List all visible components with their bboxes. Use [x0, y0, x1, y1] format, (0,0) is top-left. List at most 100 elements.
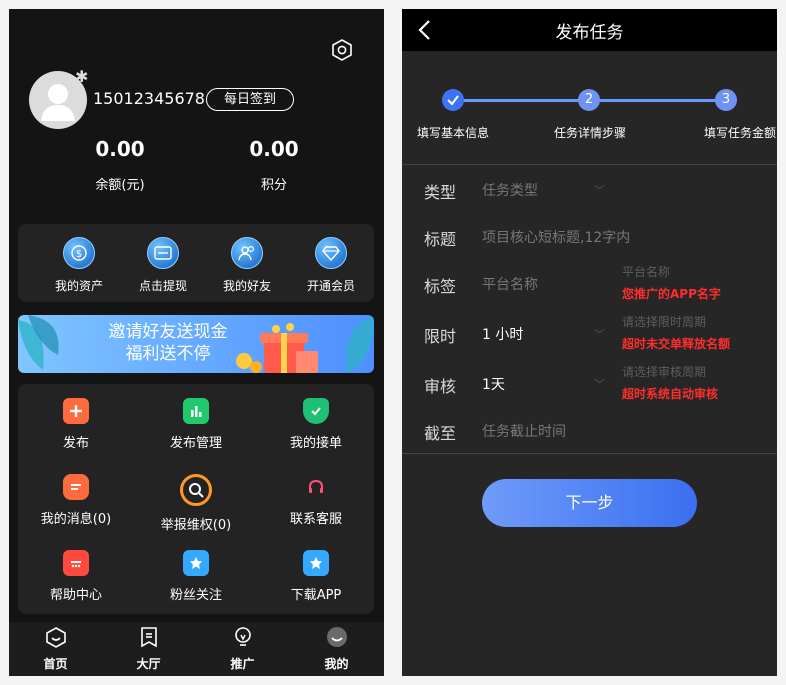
next-step-button[interactable]: 下一步 [482, 479, 697, 527]
menu-item[interactable]: 下载APP [261, 550, 371, 603]
step-1-label: 填写基本信息 [416, 126, 489, 140]
type-label: 类型 [424, 183, 457, 202]
menu-item[interactable]: 我的消息(0) [21, 474, 131, 527]
review-hint: 请选择审核周期 [622, 365, 707, 379]
tab-label: 首页 [43, 657, 68, 671]
friends-icon [231, 237, 263, 269]
gift-box-icon [236, 323, 318, 373]
tab-home[interactable]: 首页 [9, 626, 102, 672]
tab-label: 我的 [324, 657, 349, 671]
profile-screen: ✱ 15012345678 每日签到 0.00 余额(元) 0.00 积分 $ … [9, 9, 384, 676]
quick-action-label: 我的资产 [54, 279, 103, 293]
points-value: 0.00 [249, 137, 299, 161]
review-label: 审核 [424, 377, 457, 396]
menu-item-label: 帮助中心 [49, 588, 102, 603]
menu-item-label: 发布 [62, 436, 89, 451]
search-report-icon [180, 474, 212, 506]
settings-icon[interactable] [331, 39, 353, 61]
headset-icon [303, 474, 329, 500]
balance-value: 0.00 [95, 137, 145, 161]
profile-icon [326, 627, 347, 647]
publish-task-screen: 发布任务 2 3 填写基本信息 任务详情步骤 填写任务金额 类型 任务类型 ﹀ … [402, 9, 777, 676]
tab-label: 大厅 [136, 657, 161, 671]
star-follow-icon [183, 550, 209, 576]
menu-item[interactable]: 发布 [21, 398, 131, 451]
download-app-icon [303, 550, 329, 576]
sparkle-icon: ✱ [75, 67, 89, 86]
svg-text:$: $ [76, 249, 82, 260]
menu-item[interactable]: 联系客服 [261, 474, 371, 527]
limit-hint-red: 超时未交单释放名额 [622, 337, 731, 351]
type-select[interactable]: 任务类型 [482, 180, 538, 200]
divider [402, 453, 777, 454]
diamond-icon [315, 237, 347, 269]
tag-input[interactable]: 平台名称 [482, 274, 538, 294]
step-1-dot [442, 89, 464, 111]
step-connector [453, 99, 589, 102]
menu-item[interactable]: 举报维权(0) [141, 474, 251, 533]
coin-icon: $ [63, 237, 95, 269]
tab-promote[interactable]: 推广 [196, 626, 289, 672]
divider [402, 164, 777, 165]
menu-grid-card: 发布 发布管理 我的接单我的消息(0) 举报维权(0) 联系客服帮助中心 粉丝关注 下载AP… [18, 384, 374, 614]
menu-item-label: 我的接单 [289, 436, 342, 451]
chevron-down-icon: ﹀ [594, 328, 605, 341]
menu-item-label: 我的消息(0) [40, 512, 112, 527]
balance-label[interactable]: 余额(元) [60, 174, 180, 193]
hall-icon [140, 627, 157, 648]
message-icon [63, 474, 89, 500]
page-title: 发布任务 [555, 23, 624, 43]
title-input[interactable]: 项目核心短标题,12字内 [482, 227, 630, 247]
limit-select[interactable]: 1 小时 [482, 324, 523, 344]
step-3-label: 填写任务金额 [703, 126, 776, 140]
menu-item[interactable]: 我的接单 [261, 398, 371, 451]
deadline-input[interactable]: 任务截止时间 [482, 421, 566, 441]
quick-action-label: 点击提现 [138, 279, 187, 293]
menu-item-label: 粉丝关注 [169, 588, 222, 603]
shield-check-icon [303, 398, 329, 424]
bulb-icon [234, 627, 251, 646]
calendar-help-icon [63, 550, 89, 576]
home-icon [45, 627, 66, 648]
bottom-tab-bar: 首页 大厅 推广 我的 [9, 622, 384, 676]
quick-action-friends[interactable]: 我的好友 [212, 237, 282, 294]
quick-action-label: 开通会员 [306, 279, 355, 293]
quick-action-assets[interactable]: $ 我的资产 [44, 237, 114, 294]
tag-hint-red: 您推广的APP名字 [622, 287, 721, 301]
menu-item-label: 联系客服 [289, 512, 342, 527]
user-phone: 15012345678 [93, 89, 205, 108]
tab-hall[interactable]: 大厅 [102, 626, 195, 672]
tab-mine[interactable]: 我的 [290, 626, 383, 672]
title-label: 标题 [424, 230, 457, 249]
step-3-dot: 3 [715, 89, 737, 111]
tag-hint: 平台名称 [622, 265, 671, 279]
bar-chart-icon [183, 398, 209, 424]
step-2-label: 任务详情步骤 [553, 126, 626, 140]
top-bar: 发布任务 [402, 9, 777, 51]
menu-item[interactable]: 帮助中心 [21, 550, 131, 603]
quick-action-vip[interactable]: 开通会员 [296, 237, 366, 294]
step-2-dot: 2 [578, 89, 600, 111]
quick-action-withdraw[interactable]: 点击提现 [128, 237, 198, 294]
menu-item-label: 发布管理 [169, 436, 222, 451]
deadline-label: 截至 [424, 424, 457, 443]
invite-banner[interactable]: 邀请好友送现金 福利送不停 [18, 315, 374, 373]
tab-label: 推广 [230, 657, 255, 671]
tag-label: 标签 [424, 277, 457, 296]
chevron-down-icon: ﹀ [594, 378, 605, 391]
review-hint-red: 超时系统自动审核 [622, 387, 719, 401]
menu-item-label: 举报维权(0) [160, 518, 232, 533]
quick-action-label: 我的好友 [222, 279, 271, 293]
menu-item[interactable]: 粉丝关注 [141, 550, 251, 603]
check-icon [447, 95, 459, 106]
step-connector [589, 99, 727, 102]
daily-checkin-button[interactable]: 每日签到 [206, 88, 294, 111]
review-select[interactable]: 1天 [482, 374, 505, 394]
points-label[interactable]: 积分 [214, 174, 334, 193]
plus-icon [63, 398, 89, 424]
withdraw-card-icon [147, 237, 179, 269]
menu-item-label: 下载APP [290, 588, 342, 603]
menu-item[interactable]: 发布管理 [141, 398, 251, 451]
limit-hint: 请选择限时周期 [622, 315, 707, 329]
chevron-down-icon: ﹀ [594, 184, 605, 197]
